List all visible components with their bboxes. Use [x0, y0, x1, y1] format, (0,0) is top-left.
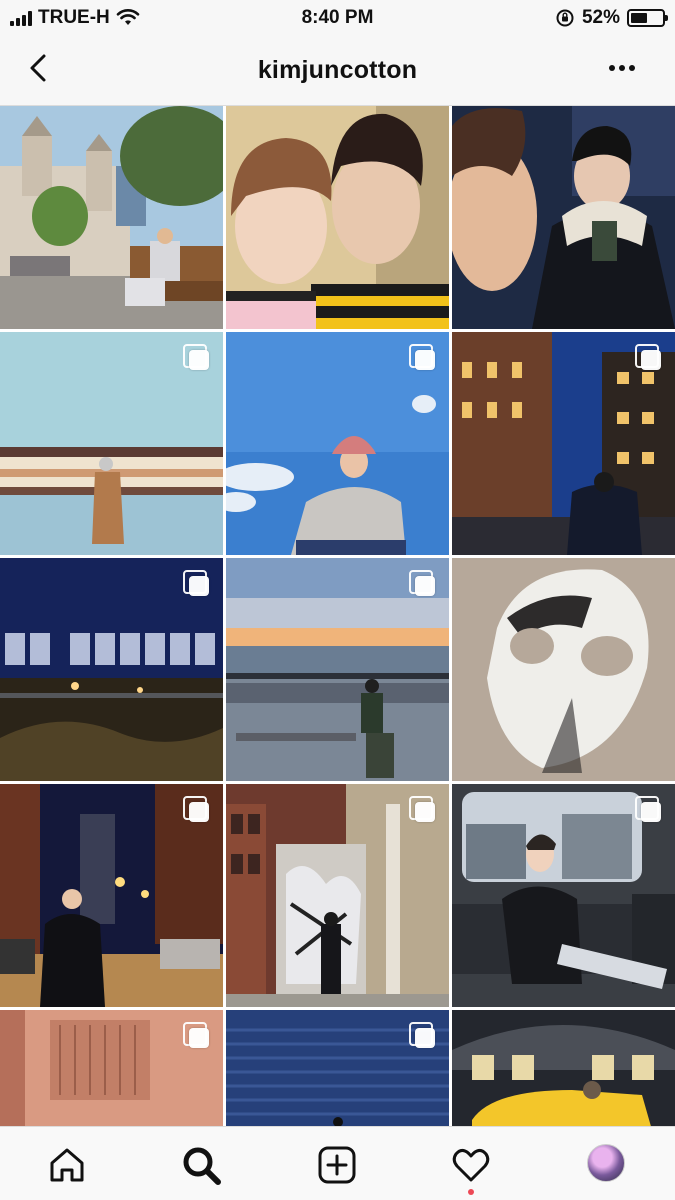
- more-dots-icon[interactable]: [609, 60, 639, 76]
- tab-new-post[interactable]: [315, 1143, 359, 1187]
- home-icon: [50, 1148, 84, 1182]
- multi-photo-icon: [635, 344, 663, 372]
- search-icon: [183, 1147, 221, 1185]
- multi-photo-icon: [409, 344, 437, 372]
- tab-search[interactable]: [179, 1143, 223, 1187]
- multi-photo-icon: [183, 570, 211, 598]
- activity-heart-icon: [452, 1148, 490, 1182]
- multi-photo-icon: [409, 796, 437, 824]
- multi-photo-icon: [409, 1022, 437, 1050]
- post-tile[interactable]: [0, 106, 223, 329]
- post-tile[interactable]: [226, 784, 449, 1007]
- post-tile[interactable]: [226, 332, 449, 555]
- post-grid: [0, 106, 675, 1126]
- profile-header: kimjuncotton: [0, 34, 675, 106]
- post-tile[interactable]: [226, 558, 449, 781]
- status-right: 52%: [555, 7, 668, 29]
- multi-photo-icon: [635, 796, 663, 824]
- multi-photo-icon: [183, 1022, 211, 1050]
- post-tile[interactable]: [452, 784, 675, 1007]
- profile-username: kimjuncotton: [257, 56, 418, 84]
- post-tile[interactable]: [452, 332, 675, 555]
- post-tile[interactable]: [0, 558, 223, 781]
- bottom-tab-bar: [0, 1126, 675, 1200]
- notification-dot: [468, 1189, 474, 1195]
- tab-activity[interactable]: [449, 1143, 493, 1195]
- battery-icon: [627, 9, 668, 27]
- post-tile[interactable]: [452, 1010, 675, 1126]
- post-tile[interactable]: [0, 332, 223, 555]
- battery-percent: 52%: [581, 7, 620, 28]
- post-tile[interactable]: [0, 1010, 223, 1126]
- post-tile[interactable]: [0, 784, 223, 1007]
- status-bar: TRUE-H 8:40 PM 52%: [0, 0, 675, 34]
- multi-photo-icon: [183, 796, 211, 824]
- post-tile[interactable]: [226, 106, 449, 329]
- multi-photo-icon: [183, 344, 211, 372]
- post-tile[interactable]: [452, 106, 675, 329]
- post-tile[interactable]: [226, 1010, 449, 1126]
- instagram-profile-grid: TRUE-H 8:40 PM 52% kimjuncotton: [0, 0, 675, 1200]
- multi-photo-icon: [409, 570, 437, 598]
- new-post-icon: [318, 1146, 356, 1184]
- post-tile[interactable]: [452, 558, 675, 781]
- tab-home[interactable]: [45, 1143, 89, 1187]
- profile-avatar[interactable]: [587, 1144, 625, 1182]
- orientation-lock-icon: [556, 9, 574, 27]
